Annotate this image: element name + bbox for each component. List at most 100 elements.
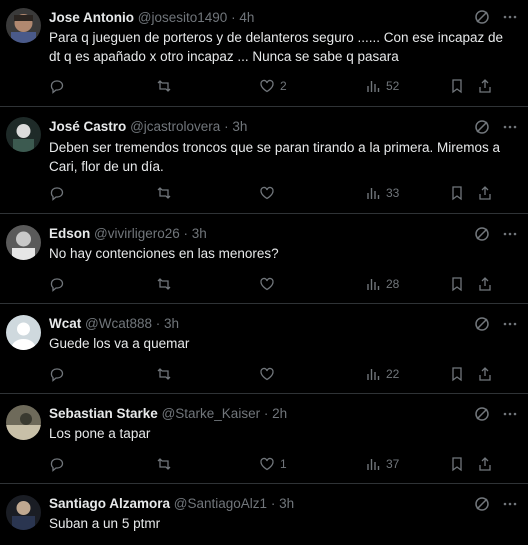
views-button[interactable]: 22	[365, 364, 399, 384]
retweet-icon	[157, 80, 171, 92]
avatar[interactable]	[6, 495, 41, 530]
views-button[interactable]: 52	[365, 76, 399, 96]
retweet-button[interactable]	[156, 183, 172, 203]
grok-icon[interactable]	[474, 226, 490, 242]
avatar[interactable]	[6, 225, 41, 260]
display-name[interactable]: José Castro	[49, 119, 126, 134]
like-button[interactable]	[259, 274, 280, 294]
retweet-button[interactable]	[156, 454, 172, 474]
reply-button[interactable]	[49, 76, 65, 96]
tweet[interactable]: Edson @vivirligero26 · 3h No hay contenc…	[0, 214, 528, 304]
view-count: 28	[386, 277, 400, 291]
display-name[interactable]: Jose Antonio	[49, 10, 134, 25]
timestamp[interactable]: 3h	[232, 119, 247, 134]
bookmark-icon	[452, 79, 462, 94]
retweet-button[interactable]	[156, 76, 172, 96]
share-button[interactable]	[477, 76, 493, 96]
display-name[interactable]: Sebastian Starke	[49, 406, 158, 421]
tweet-actions: 1 37	[49, 454, 518, 474]
timestamp[interactable]: 4h	[239, 10, 254, 25]
bookmark-button[interactable]	[449, 364, 465, 384]
bookmark-button[interactable]	[449, 183, 465, 203]
share-button[interactable]	[477, 183, 493, 203]
avatar[interactable]	[6, 8, 41, 43]
more-icon[interactable]	[502, 226, 518, 242]
display-name[interactable]: Wcat	[49, 316, 81, 331]
tweet[interactable]: Santiago Alzamora @SantiagoAlz1 · 3h Sub…	[0, 484, 528, 545]
timestamp[interactable]: 3h	[192, 226, 207, 241]
user-handle[interactable]: @SantiagoAlz1	[174, 496, 267, 511]
views-button[interactable]: 28	[365, 274, 399, 294]
view-count: 37	[386, 457, 400, 471]
views-button[interactable]: 37	[365, 454, 399, 474]
avatar[interactable]	[6, 405, 41, 440]
more-icon[interactable]	[502, 9, 518, 25]
more-icon[interactable]	[502, 406, 518, 422]
display-name[interactable]: Edson	[49, 226, 90, 241]
bookmark-icon	[452, 457, 462, 472]
grok-icon[interactable]	[474, 496, 490, 512]
share-button[interactable]	[477, 454, 493, 474]
grok-icon[interactable]	[474, 406, 490, 422]
display-name[interactable]: Santiago Alzamora	[49, 496, 170, 511]
bookmark-button[interactable]	[449, 454, 465, 474]
tweet-text: No hay contenciones en las menores?	[49, 246, 279, 261]
reply-button[interactable]	[49, 183, 65, 203]
more-icon[interactable]	[502, 496, 518, 512]
tweet[interactable]: Wcat @Wcat888 · 3h Guede los va a quemar…	[0, 304, 528, 394]
share-icon	[479, 277, 491, 291]
view-count: 52	[386, 79, 400, 93]
separator-dot: ·	[155, 316, 161, 331]
more-icon[interactable]	[502, 119, 518, 135]
grok-icon[interactable]	[474, 119, 490, 135]
timestamp[interactable]: 2h	[272, 406, 287, 421]
views-icon	[367, 81, 380, 92]
share-button[interactable]	[477, 274, 493, 294]
user-handle[interactable]: @Wcat888	[85, 316, 152, 331]
like-button[interactable]: 2	[259, 76, 287, 96]
tweet-actions: 33	[49, 183, 518, 203]
tweet[interactable]: Jose Antonio @josesito1490 · 4h Para q j…	[0, 0, 528, 107]
grok-icon[interactable]	[474, 316, 490, 332]
like-count: 2	[280, 79, 287, 93]
reply-feed: Jose Antonio @josesito1490 · 4h Para q j…	[0, 0, 528, 545]
more-icon[interactable]	[502, 316, 518, 332]
retweet-icon	[157, 187, 171, 199]
retweet-icon	[157, 278, 171, 290]
view-count: 22	[386, 367, 400, 381]
like-button[interactable]	[259, 183, 280, 203]
tweet-actions: 28	[49, 274, 518, 294]
bookmark-button[interactable]	[449, 274, 465, 294]
tweet-header: Sebastian Starke @Starke_Kaiser · 2h	[49, 405, 488, 423]
like-button[interactable]	[259, 364, 280, 384]
tweet[interactable]: Sebastian Starke @Starke_Kaiser · 2h Los…	[0, 394, 528, 484]
share-icon	[479, 457, 491, 471]
heart-icon	[260, 186, 274, 200]
user-handle[interactable]: @Starke_Kaiser	[162, 406, 261, 421]
view-count: 33	[386, 186, 400, 200]
retweet-button[interactable]	[156, 274, 172, 294]
reply-button[interactable]	[49, 454, 65, 474]
share-button[interactable]	[477, 364, 493, 384]
user-handle[interactable]: @vivirligero26	[94, 226, 180, 241]
reply-icon	[50, 278, 64, 292]
user-handle[interactable]: @josesito1490	[138, 10, 228, 25]
views-button[interactable]: 33	[365, 183, 399, 203]
like-button[interactable]: 1	[259, 454, 287, 474]
retweet-button[interactable]	[156, 364, 172, 384]
bookmark-button[interactable]	[449, 76, 465, 96]
reply-button[interactable]	[49, 364, 65, 384]
grok-icon[interactable]	[474, 9, 490, 25]
timestamp[interactable]: 3h	[164, 316, 179, 331]
avatar[interactable]	[6, 117, 41, 152]
views-icon	[367, 188, 380, 199]
user-handle[interactable]: @jcastrolovera	[130, 119, 220, 134]
avatar[interactable]	[6, 315, 41, 350]
reply-icon	[50, 80, 64, 94]
timestamp[interactable]: 3h	[279, 496, 294, 511]
retweet-icon	[157, 368, 171, 380]
bookmark-icon	[452, 367, 462, 382]
reply-button[interactable]	[49, 274, 65, 294]
tweet-header: Santiago Alzamora @SantiagoAlz1 · 3h	[49, 495, 488, 513]
tweet[interactable]: José Castro @jcastrolovera · 3h Deben se…	[0, 107, 528, 214]
